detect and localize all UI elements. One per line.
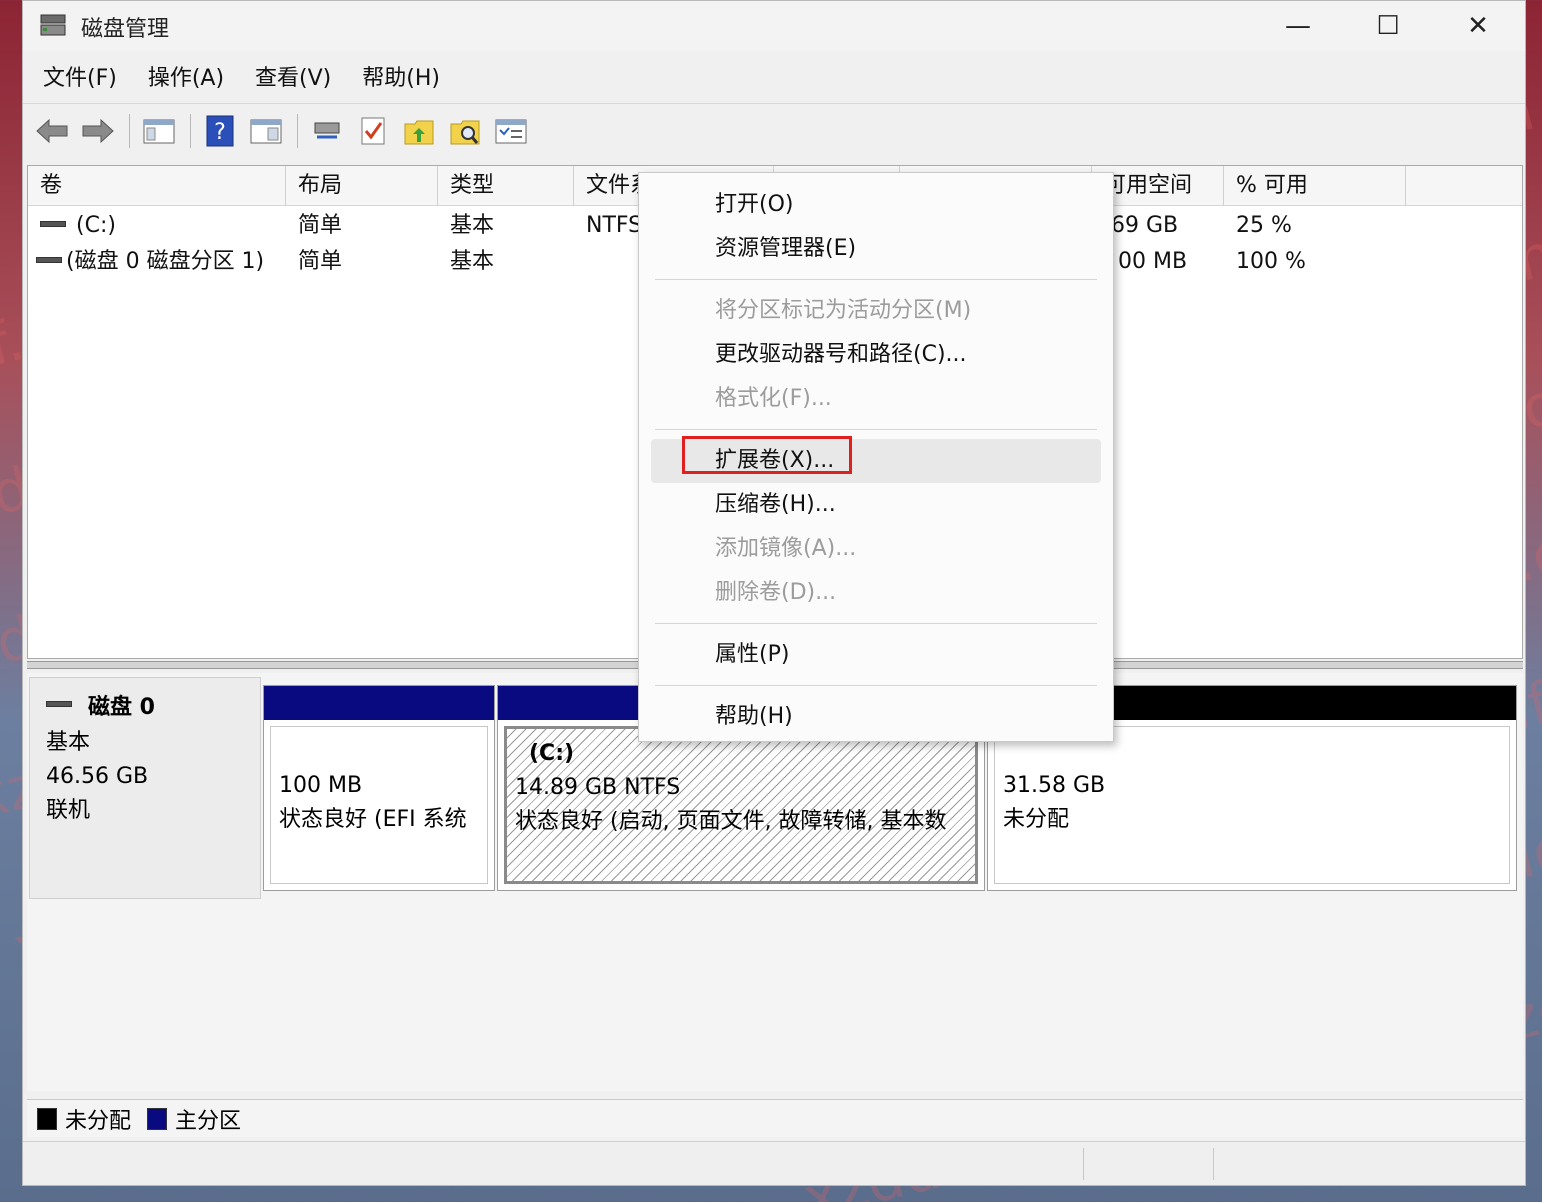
partition-efi[interactable]: 100 MB 状态良好 (EFI 系统 xyxy=(263,685,495,891)
partition-color-bar xyxy=(264,686,494,720)
forward-icon xyxy=(82,118,114,143)
properties-list-icon xyxy=(495,119,527,143)
menu-format[interactable]: 格式化(F)... xyxy=(651,377,1101,421)
menu-separator xyxy=(655,623,1097,624)
up-folder-icon xyxy=(404,120,434,144)
partition-body: 100 MB 状态良好 (EFI 系统 xyxy=(270,726,488,884)
check-icon xyxy=(361,117,385,144)
show-hide-pane-button[interactable] xyxy=(247,112,285,150)
percent-free-cell: 100 % xyxy=(1236,249,1306,274)
toolbar: ? xyxy=(23,103,1525,157)
disk-management-icon xyxy=(40,14,66,36)
status-bar xyxy=(23,1141,1525,1185)
up-folder-button[interactable] xyxy=(400,112,438,150)
menu-shrink-volume[interactable]: 压缩卷(H)... xyxy=(651,483,1101,527)
help-button[interactable]: ? xyxy=(201,112,239,150)
disk-name: 磁盘 0 xyxy=(88,695,155,720)
menu-open[interactable]: 打开(O) xyxy=(651,183,1101,227)
svg-text:?: ? xyxy=(214,120,226,145)
menu-properties[interactable]: 属性(P) xyxy=(651,633,1101,677)
menu-add-mirror[interactable]: 添加镜像(A)... xyxy=(651,527,1101,571)
legend: 未分配 主分区 xyxy=(27,1099,1523,1137)
status-segment xyxy=(1213,1148,1343,1180)
disk-icon xyxy=(46,701,72,707)
menu-action[interactable]: 操作(A) xyxy=(138,57,234,101)
partition-size: 14.89 GB NTFS xyxy=(515,775,681,800)
legend-swatch-unallocated xyxy=(37,1107,57,1130)
disk-info-panel[interactable]: 磁盘 0 基本 46.56 GB 联机 xyxy=(29,677,261,899)
status-segment xyxy=(1083,1148,1213,1180)
menu-view[interactable]: 查看(V) xyxy=(245,57,341,101)
title-bar[interactable]: 磁盘管理 — ☐ ✕ xyxy=(23,1,1525,51)
forward-button[interactable] xyxy=(79,112,117,150)
partition-status: 未分配 xyxy=(1003,807,1070,832)
console-tree-button[interactable] xyxy=(140,112,178,150)
connect-button[interactable] xyxy=(308,112,346,150)
toolbar-separator xyxy=(297,113,298,148)
column-header-layout[interactable]: 布局 xyxy=(286,166,438,206)
back-icon xyxy=(36,118,68,143)
partition-title: (C:) xyxy=(529,741,575,766)
partition-status: 状态良好 (EFI 系统 xyxy=(279,807,467,832)
volume-icon xyxy=(36,257,62,263)
menu-change-drive-letter[interactable]: 更改驱动器号和路径(C)... xyxy=(651,333,1101,377)
partition-size: 31.58 GB xyxy=(1003,773,1106,798)
toolbar-separator xyxy=(190,113,191,148)
connect-icon xyxy=(314,122,340,138)
volume-name: (C:) xyxy=(76,213,116,238)
help-icon: ? xyxy=(206,115,234,146)
menu-help-item[interactable]: 帮助(H) xyxy=(651,695,1101,739)
legend-swatch-primary xyxy=(147,1107,168,1130)
volume-icon xyxy=(40,221,66,227)
partition-title xyxy=(279,735,479,769)
disk-size: 46.56 GB xyxy=(46,764,149,789)
properties-list-button[interactable] xyxy=(492,112,530,150)
partition-body: 31.58 GB 未分配 xyxy=(994,726,1510,884)
column-header-type[interactable]: 类型 xyxy=(438,166,574,206)
disk-kind: 基本 xyxy=(46,730,91,755)
layout-cell: 简单 xyxy=(298,213,343,238)
legend-label-unallocated: 未分配 xyxy=(65,1108,132,1134)
partition-body-selected: (C:) 14.89 GB NTFS 状态良好 (启动, 页面文件, 故障转储,… xyxy=(504,726,978,884)
volume-cell: (磁盘 0 磁盘分区 1) xyxy=(28,244,286,280)
volume-name: (磁盘 0 磁盘分区 1) xyxy=(66,249,265,274)
menu-file[interactable]: 文件(F) xyxy=(33,57,127,101)
back-button[interactable] xyxy=(33,112,71,150)
legend-label-primary: 主分区 xyxy=(175,1108,242,1134)
free-space-cell: 00 MB xyxy=(1118,249,1188,274)
menu-separator xyxy=(655,685,1097,686)
close-button[interactable]: ✕ xyxy=(1433,1,1523,51)
show-hide-pane-icon xyxy=(250,119,282,143)
check-button[interactable] xyxy=(354,112,392,150)
partition-status: 状态良好 (启动, 页面文件, 故障转储, 基本数 xyxy=(515,809,947,834)
disk-state: 联机 xyxy=(46,798,91,823)
menu-separator xyxy=(655,279,1097,280)
percent-free-cell: 25 % xyxy=(1236,213,1292,238)
volume-cell: (C:) xyxy=(28,208,286,244)
maximize-button[interactable]: ☐ xyxy=(1343,1,1433,51)
search-folder-icon xyxy=(450,120,480,144)
window-title: 磁盘管理 xyxy=(81,17,170,42)
partition-size: 100 MB xyxy=(279,773,363,798)
disk-name-row: 磁盘 0 xyxy=(46,690,244,726)
type-cell: 基本 xyxy=(450,249,495,274)
menu-separator xyxy=(655,429,1097,430)
console-tree-icon xyxy=(143,119,175,143)
menu-mark-active[interactable]: 将分区标记为活动分区(M) xyxy=(651,289,1101,333)
menu-explorer[interactable]: 资源管理器(E) xyxy=(651,227,1101,271)
layout-cell: 简单 xyxy=(298,249,343,274)
column-header-percent-free[interactable]: % 可用 xyxy=(1224,166,1406,206)
menu-delete-volume[interactable]: 删除卷(D)... xyxy=(651,571,1101,615)
menu-bar: 文件(F) 操作(A) 查看(V) 帮助(H) xyxy=(23,57,1525,101)
minimize-button[interactable]: — xyxy=(1253,1,1343,51)
highlight-annotation-box xyxy=(682,436,852,474)
column-header-volume[interactable]: 卷 xyxy=(28,166,286,206)
menu-help[interactable]: 帮助(H) xyxy=(352,57,450,101)
free-space-cell: .69 GB xyxy=(1104,213,1179,238)
toolbar-separator xyxy=(129,113,130,148)
search-folder-button[interactable] xyxy=(446,112,484,150)
type-cell: 基本 xyxy=(450,213,495,238)
